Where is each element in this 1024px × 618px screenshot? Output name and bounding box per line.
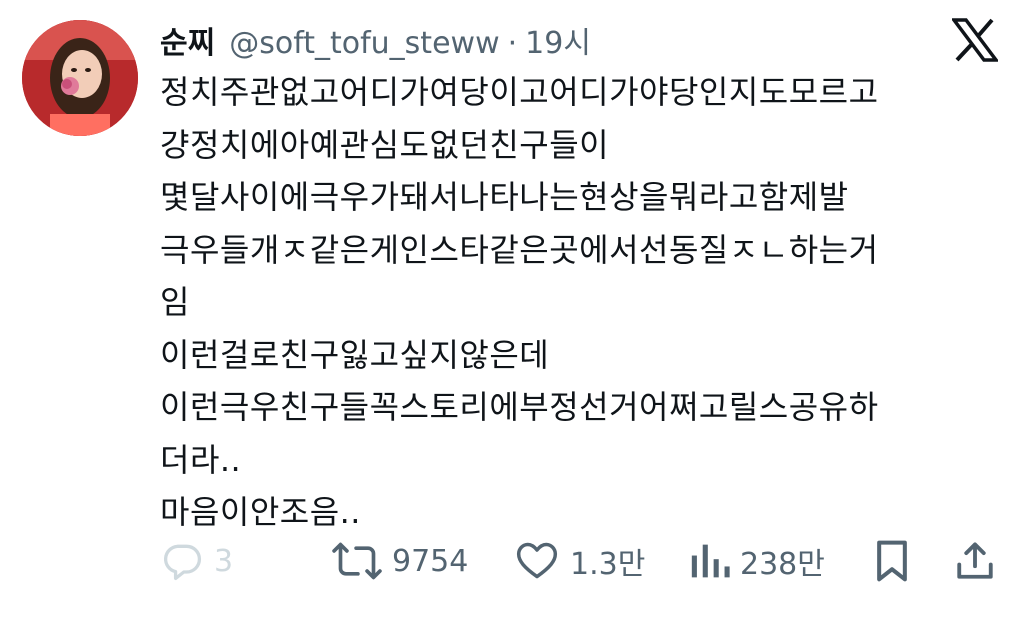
tweet-line: 이런걸로친구잃고싶지않은데 xyxy=(160,335,550,374)
tweet-header: 순찌 @soft_tofu_steww · 19시 xyxy=(160,18,591,62)
heart-icon xyxy=(514,539,560,583)
tweet-card: 순찌 @soft_tofu_steww · 19시 정치주관없고어디가여당이고어… xyxy=(0,0,1024,618)
tweet-line: 마음이안조음.. xyxy=(160,493,361,531)
bookmark-button[interactable] xyxy=(872,534,912,588)
avatar[interactable] xyxy=(22,20,138,136)
avatar-photo xyxy=(22,20,138,136)
tweet-text: 정치주관없고어디가여당이고어디가야당인지도모르고 걍정치에아예관심도없던친구들이… xyxy=(160,66,990,539)
tweet-line: 더라.. xyxy=(160,440,242,479)
tweet-timestamp[interactable]: 19시 xyxy=(525,18,591,62)
bookmark-icon xyxy=(872,539,912,583)
views-count: 238만 xyxy=(740,547,825,582)
retweet-button[interactable]: 9754 xyxy=(332,534,468,588)
tweet-line: 몇달사이에극우가돼서나타나는현상을뭐라고함제발 xyxy=(160,178,849,216)
header-separator: · xyxy=(507,26,518,61)
x-logo-icon xyxy=(950,18,1000,62)
like-count: 1.3만 xyxy=(570,547,646,582)
author-display-name[interactable]: 순찌 xyxy=(160,18,215,62)
action-bar: 3 9754 1.3만 238만 xyxy=(160,534,1000,588)
reply-icon xyxy=(160,539,204,583)
tweet-line: 정치주관없고어디가여당이고어디가야당인지도모르고 xyxy=(160,73,879,111)
share-icon xyxy=(954,539,996,583)
tweet-line: 임 xyxy=(160,283,190,321)
reply-count: 3 xyxy=(214,543,234,579)
views-button[interactable]: 238만 xyxy=(690,534,825,588)
views-icon xyxy=(690,539,730,583)
author-handle[interactable]: @soft_tofu_steww xyxy=(229,26,499,61)
reply-button[interactable]: 3 xyxy=(160,534,233,588)
tweet-line: 이런극우친구들꼭스토리에부정선거어쩌고릴스공유하 xyxy=(160,388,879,426)
retweet-count: 9754 xyxy=(392,543,469,579)
retweet-icon xyxy=(332,539,382,583)
like-button[interactable]: 1.3만 xyxy=(514,534,645,588)
tweet-line: 극우들개ㅈ같은게인스타같은곳에서선동질ㅈㄴ하는거 xyxy=(160,230,879,269)
share-button[interactable] xyxy=(954,534,996,588)
tweet-line: 걍정치에아예관심도없던친구들이 xyxy=(160,125,610,164)
